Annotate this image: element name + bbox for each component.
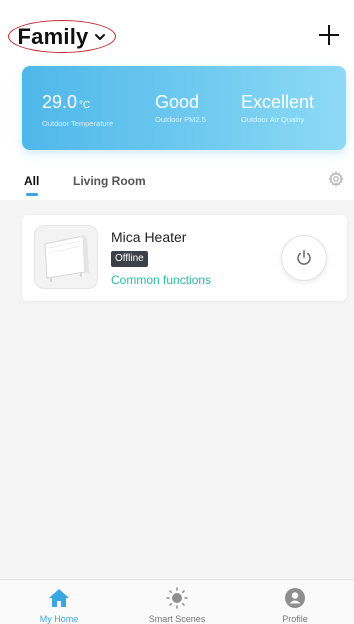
air-quality-value: Excellent <box>241 92 315 112</box>
weather-card[interactable]: 29.0 °C Outdoor Temperature Good Outdoor … <box>22 66 346 150</box>
sun-icon <box>166 587 188 609</box>
gear-icon[interactable] <box>328 171 344 187</box>
family-label: Family <box>17 23 89 49</box>
nav-my-home-label: My Home <box>39 614 79 624</box>
nav-my-home[interactable]: My Home <box>0 580 118 624</box>
active-tab-indicator <box>26 193 38 196</box>
family-selector[interactable]: Family <box>8 20 116 53</box>
temperature-label: Outdoor Temperature <box>42 119 114 128</box>
top-area: Family 29.0 °C Outdoor Temperature Good O… <box>0 0 354 200</box>
nav-profile-label: Profile <box>282 614 308 624</box>
status-badge: Offline <box>111 251 148 267</box>
heater-thumbnail <box>34 225 98 289</box>
temperature-value: 29.0 <box>42 92 78 112</box>
temperature-block: 29.0 °C Outdoor Temperature <box>42 92 113 128</box>
power-icon <box>297 250 311 265</box>
chevron-down-icon <box>95 33 106 40</box>
temperature-unit: °C <box>79 100 91 111</box>
tab-all[interactable]: All <box>24 174 39 188</box>
nav-smart-scenes[interactable]: Smart Scenes <box>118 580 236 624</box>
plus-icon[interactable] <box>316 22 342 48</box>
common-functions-link[interactable]: Common functions <box>111 273 211 287</box>
pm25-block: Good Outdoor PM2.5 <box>155 92 206 124</box>
air-quality-label: Outdoor Air Quality <box>241 115 305 124</box>
profile-icon <box>285 588 305 608</box>
room-tabs: All Living Room <box>0 168 354 200</box>
home-icon <box>49 589 69 607</box>
tab-living-room[interactable]: Living Room <box>73 174 146 188</box>
air-quality-block: Excellent Outdoor Air Quality <box>241 92 314 124</box>
device-name: Mica Heater <box>111 229 187 245</box>
pm25-value: Good <box>155 92 200 112</box>
bottom-nav: My Home Smart Scenes Profile <box>0 579 354 624</box>
nav-profile[interactable]: Profile <box>236 580 354 624</box>
power-button[interactable] <box>281 235 327 281</box>
heater-icon <box>44 235 89 282</box>
nav-smart-scenes-label: Smart Scenes <box>148 614 206 624</box>
device-card[interactable]: Mica Heater Offline Common functions <box>22 215 347 301</box>
pm25-label: Outdoor PM2.5 <box>155 115 206 124</box>
